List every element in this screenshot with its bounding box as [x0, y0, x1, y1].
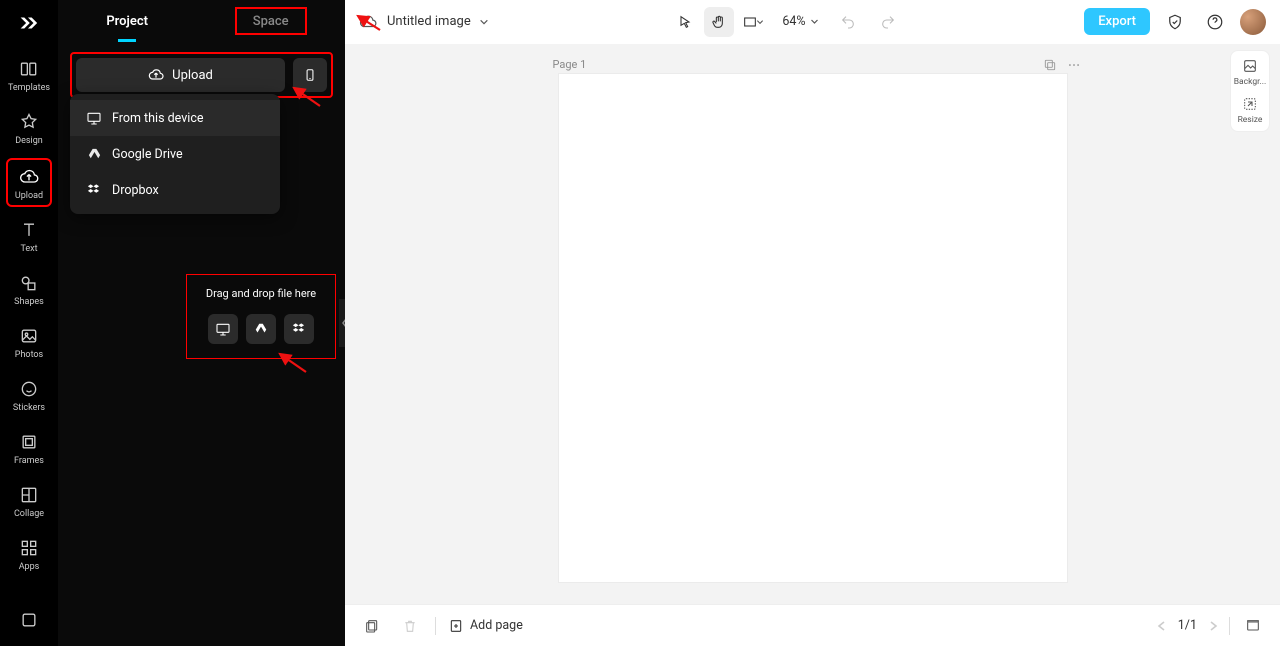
shield-button[interactable] [1160, 7, 1190, 37]
design-icon [18, 111, 40, 133]
rail-frames[interactable]: Frames [6, 425, 52, 472]
upload-dropdown-menu: From this device Google Drive Dropbox [70, 94, 280, 214]
panel-tabs: Project Space [58, 0, 345, 42]
tab-active-indicator [118, 39, 136, 42]
page-navigation: 1/1 [1156, 613, 1266, 639]
dropbox-icon [291, 321, 307, 337]
divider [1229, 617, 1230, 635]
background-icon [1241, 57, 1259, 75]
upload-from-phone-button[interactable] [293, 58, 327, 92]
menu-dropbox[interactable]: Dropbox [70, 172, 280, 208]
resize-tool[interactable]: Resize [1238, 95, 1263, 125]
rail-apps[interactable]: Apps [6, 531, 52, 578]
page-indicator: 1/1 [1178, 618, 1197, 633]
monitor-icon [86, 110, 102, 126]
present-button[interactable] [1240, 613, 1266, 639]
divider [435, 617, 436, 635]
rail-upload[interactable]: Upload [6, 158, 52, 207]
google-drive-icon [86, 146, 102, 162]
dropzone-device-button[interactable] [208, 314, 238, 344]
right-tools: Backgr... Resize [1230, 50, 1270, 132]
background-tool[interactable]: Backgr... [1234, 57, 1266, 87]
rail-templates[interactable]: Templates [6, 52, 52, 99]
undo-button[interactable] [833, 7, 863, 37]
cloud-icon [359, 13, 377, 31]
phone-icon [303, 66, 317, 84]
text-icon [18, 219, 40, 241]
side-panel: Project Space Upload From this device [58, 0, 345, 646]
rail-photos[interactable]: Photos [6, 319, 52, 366]
fit-tool[interactable] [738, 7, 768, 37]
chevron-down-icon [479, 17, 489, 27]
left-rail: Templates Design Upload Text Shapes Phot… [0, 0, 58, 646]
page-duplicate-icon[interactable] [1043, 58, 1057, 72]
menu-google-drive[interactable]: Google Drive [70, 136, 280, 172]
cloud-upload-icon [148, 67, 164, 83]
page-tools [1043, 58, 1081, 72]
help-button[interactable] [1200, 7, 1230, 37]
main-area: Untitled image 64% Export Page 1 [345, 0, 1280, 646]
apps-icon [18, 537, 40, 559]
menu-from-device[interactable]: From this device [70, 100, 280, 136]
canvas-page[interactable] [559, 74, 1067, 582]
rail-shapes[interactable]: Shapes [6, 266, 52, 313]
rail-stickers[interactable]: Stickers [6, 372, 52, 419]
tab-space[interactable]: Space [235, 7, 307, 35]
photos-icon [18, 325, 40, 347]
page-label: Page 1 [553, 58, 587, 71]
add-page-icon [448, 618, 464, 634]
rail-text[interactable]: Text [6, 213, 52, 260]
add-page-button[interactable]: Add page [448, 618, 523, 634]
select-tool[interactable] [670, 7, 700, 37]
app-logo[interactable] [15, 10, 43, 38]
monitor-icon [215, 321, 231, 337]
page-more-icon[interactable] [1067, 58, 1081, 72]
chevron-down-icon [810, 17, 819, 26]
rail-collage[interactable]: Collage [6, 478, 52, 525]
rail-bottom-button[interactable] [6, 610, 52, 630]
dropzone-gdrive-button[interactable] [246, 314, 276, 344]
dropzone-label: Drag and drop file here [195, 287, 327, 300]
stickers-icon [18, 378, 40, 400]
dropzone-icons [195, 314, 327, 344]
rail-design[interactable]: Design [6, 105, 52, 152]
frames-icon [18, 431, 40, 453]
upload-icon [18, 166, 40, 188]
topbar: Untitled image 64% Export [345, 0, 1280, 44]
redo-button[interactable] [873, 7, 903, 37]
zoom-level[interactable]: 64% [778, 14, 822, 29]
document-title[interactable]: Untitled image [387, 14, 489, 29]
shapes-icon [18, 272, 40, 294]
export-button[interactable]: Export [1084, 8, 1150, 35]
upload-button[interactable]: Upload [76, 58, 285, 92]
dropbox-icon [86, 182, 102, 198]
collage-icon [18, 484, 40, 506]
hand-tool[interactable] [704, 7, 734, 37]
cursor-tools [670, 7, 768, 37]
google-drive-icon [254, 322, 268, 336]
dropzone-dropbox-button[interactable] [284, 314, 314, 344]
templates-icon [18, 58, 40, 80]
canvas-area[interactable]: Page 1 Backgr... Resize [345, 44, 1280, 604]
tab-project[interactable]: Project [96, 0, 158, 42]
delete-page-button[interactable] [397, 613, 423, 639]
prev-page-button[interactable] [1156, 620, 1168, 632]
pages-panel-button[interactable] [359, 613, 385, 639]
upload-row: Upload [70, 52, 333, 98]
resize-icon [1241, 95, 1259, 113]
user-avatar[interactable] [1240, 9, 1266, 35]
next-page-button[interactable] [1207, 620, 1219, 632]
bottombar: Add page 1/1 [345, 604, 1280, 646]
dropzone[interactable]: Drag and drop file here [186, 274, 336, 359]
